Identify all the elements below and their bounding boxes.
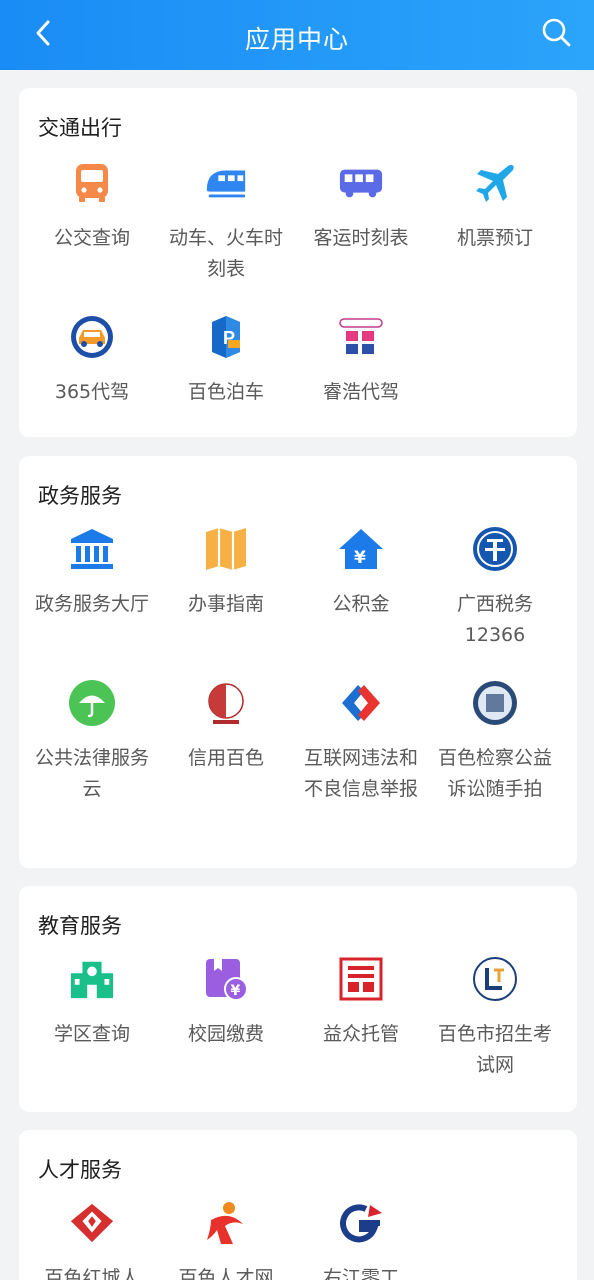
app-item-label: 右江零工 xyxy=(322,1267,399,1280)
school-icon xyxy=(69,956,115,1002)
page-title: 应用中心 xyxy=(244,25,349,54)
app-item-label: 百色市招生考试网 xyxy=(437,1023,552,1076)
tax-logo xyxy=(472,526,518,572)
guide-map-icon xyxy=(203,526,249,572)
app-item-label: 客运时刻表 xyxy=(313,227,409,249)
app-item-label: 公共法律服务云 xyxy=(34,747,149,800)
app-item-baise-parking[interactable]: P 百色泊车 xyxy=(159,314,293,408)
app-item-label: 办事指南 xyxy=(187,593,264,615)
housing-fund-icon: ¥ xyxy=(338,526,384,572)
app-item-label: 公积金 xyxy=(332,593,390,615)
app-item-label: 益众托管 xyxy=(322,1023,399,1045)
section-education: 教育服务 学区查询 ¥ 校园缴费 益众托管 百色市招生考试网 xyxy=(19,886,577,1112)
app-item-label: 学区查询 xyxy=(53,1023,130,1045)
app-item-government-hall[interactable]: 政务服务大厅 xyxy=(25,526,159,620)
app-item-school-district-query[interactable]: 学区查询 xyxy=(25,956,159,1050)
app-item-label: 睿浩代驾 xyxy=(322,381,399,403)
gig-logo xyxy=(338,1200,384,1246)
section-talent: 人才服务 百色红城人 百色人才网 右江零工 xyxy=(19,1130,577,1280)
umbrella-icon xyxy=(69,680,115,726)
app-item-guangxi-tax[interactable]: 广西税务12366 xyxy=(428,526,562,651)
app-item-public-legal-service[interactable]: 公共法律服务云 xyxy=(25,680,159,805)
app-item-housing-fund[interactable]: ¥ 公积金 xyxy=(294,526,428,620)
coach-icon xyxy=(338,160,384,206)
designated-driver-365-logo xyxy=(69,314,115,360)
top-bar: 应用中心 xyxy=(0,0,594,70)
app-item-coach-schedule[interactable]: 客运时刻表 xyxy=(294,160,428,254)
section-title: 人才服务 xyxy=(38,1158,122,1182)
app-item-red-city[interactable]: 百色红城人 xyxy=(25,1200,159,1280)
app-item-credit-baise[interactable]: 信用百色 xyxy=(159,680,293,774)
yizhong-logo xyxy=(338,956,384,1002)
train-icon xyxy=(203,160,249,206)
report-logo xyxy=(338,680,384,726)
app-item-label: 机票预订 xyxy=(456,227,533,249)
section-title: 交通出行 xyxy=(38,116,122,140)
app-item-label: 公交查询 xyxy=(53,227,130,249)
svg-text:¥: ¥ xyxy=(231,983,241,999)
app-item-label: 互联网违法和不良信息举报 xyxy=(303,747,418,800)
airplane-icon xyxy=(472,160,518,206)
app-item-label: 政务服务大厅 xyxy=(34,593,149,615)
app-item-train-schedule[interactable]: 动车、火车时刻表 xyxy=(159,160,293,285)
app-item-label: 365代驾 xyxy=(54,381,130,403)
app-item-label: 动车、火车时刻表 xyxy=(168,227,283,280)
section-transport: 交通出行 公交查询 动车、火车时刻表 客运时刻表 机票预订 365代驾 P 百色… xyxy=(19,88,577,437)
app-item-bus-query[interactable]: 公交查询 xyxy=(25,160,159,254)
section-government: 政务服务 政务服务大厅 办事指南 ¥ 公积金 广西税务12366 公共法律服务云… xyxy=(19,456,577,868)
app-item-label: 信用百色 xyxy=(187,747,264,769)
talent-logo xyxy=(203,1200,249,1246)
parking-logo: P xyxy=(203,314,249,360)
procuratorate-logo xyxy=(472,680,518,726)
app-item-label: 校园缴费 xyxy=(187,1023,264,1045)
search-icon xyxy=(542,18,571,47)
app-item-label: 百色检察公益诉讼随手拍 xyxy=(437,747,552,800)
section-title: 教育服务 xyxy=(38,914,122,938)
app-item-talent-net[interactable]: 百色人才网 xyxy=(159,1200,293,1280)
credit-baise-logo xyxy=(203,680,249,726)
svg-text:P: P xyxy=(223,328,235,348)
app-item-label: 百色红城人 xyxy=(44,1267,140,1280)
section-title: 政务服务 xyxy=(38,484,122,508)
search-button[interactable] xyxy=(538,14,574,50)
bus-icon xyxy=(69,160,115,206)
exam-logo xyxy=(472,956,518,1002)
app-item-youjiang-gig[interactable]: 右江零工 xyxy=(294,1200,428,1280)
app-item-service-guide[interactable]: 办事指南 xyxy=(159,526,293,620)
app-item-internet-report[interactable]: 互联网违法和不良信息举报 xyxy=(294,680,428,805)
app-item-label: 百色人才网 xyxy=(178,1267,274,1280)
svg-text:¥: ¥ xyxy=(354,548,366,568)
app-item-exam-website[interactable]: 百色市招生考试网 xyxy=(428,956,562,1081)
app-item-yizhong-care[interactable]: 益众托管 xyxy=(294,956,428,1050)
app-item-campus-payment[interactable]: ¥ 校园缴费 xyxy=(159,956,293,1050)
app-item-flight-booking[interactable]: 机票预订 xyxy=(428,160,562,254)
app-item-procuratorate-report[interactable]: 百色检察公益诉讼随手拍 xyxy=(428,680,562,805)
app-item-365-driver[interactable]: 365代驾 xyxy=(25,314,159,408)
campus-payment-icon: ¥ xyxy=(203,956,249,1002)
app-item-ruihao-driver[interactable]: 睿浩代驾 xyxy=(294,314,428,408)
red-city-logo xyxy=(69,1200,115,1246)
ruihao-driver-logo xyxy=(338,314,384,360)
government-building-icon xyxy=(69,526,115,572)
app-item-label: 百色泊车 xyxy=(187,381,264,403)
app-item-label: 广西税务12366 xyxy=(456,593,533,646)
